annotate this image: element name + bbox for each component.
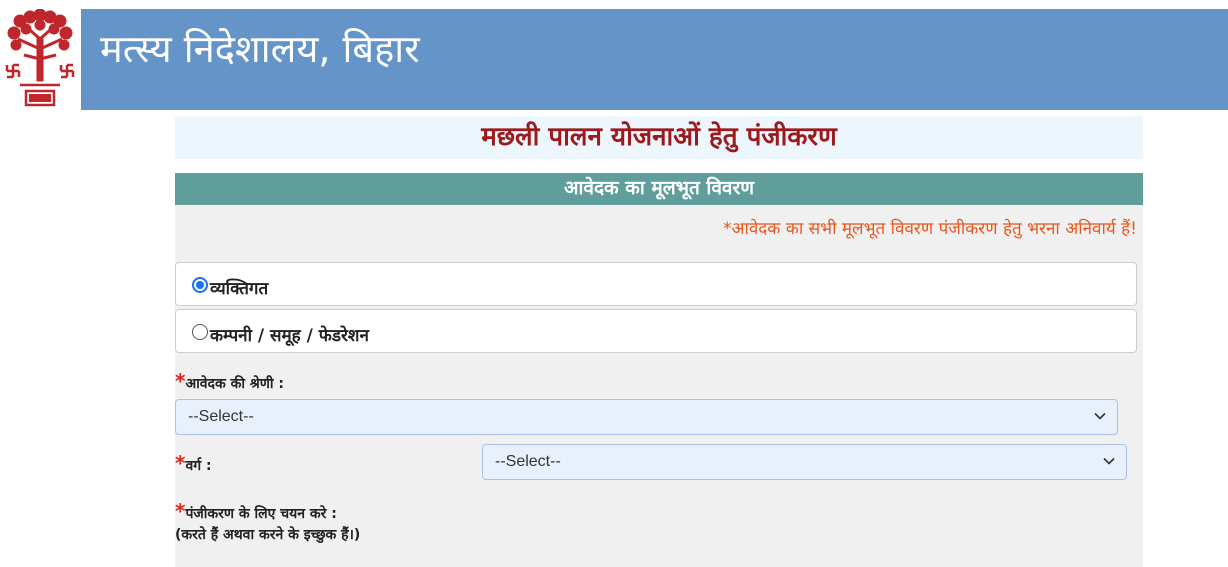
section-header: आवेदक का मूलभूत विवरण <box>175 173 1143 205</box>
logo <box>0 9 81 110</box>
chevron-down-icon <box>1103 457 1115 465</box>
varg-label-text: वर्ग : <box>185 458 212 474</box>
radio-option-company-group-federation[interactable]: कम्पनी / समूह / फेडरेशन <box>175 309 1137 353</box>
varg-select-value: --Select-- <box>495 453 561 470</box>
radio-label-individual: व्यक्तिगत <box>210 279 269 299</box>
required-note: *आवेदक का सभी मूलभूत विवरण पंजीकरण हेतु … <box>722 219 1137 239</box>
registration-choice-label-text: पंजीकरण के लिए चयन करे : <box>185 506 337 522</box>
page-title: मछली पालन योजनाओं हेतु पंजीकरण <box>481 122 837 152</box>
varg-select[interactable]: --Select-- <box>482 444 1127 480</box>
site-header: मत्स्य निदेशालय, बिहार <box>0 9 1228 110</box>
registration-choice-sublabel: (करते हैं अथवा करने के इच्छुक हैं।) <box>175 527 361 543</box>
site-title: मत्स्य निदेशालय, बिहार <box>100 27 420 71</box>
radio-label-company-group-federation: कम्पनी / समूह / फेडरेशन <box>210 326 369 346</box>
required-star: * <box>175 499 186 523</box>
required-star: * <box>175 451 186 475</box>
radio-option-individual[interactable]: व्यक्तिगत <box>175 262 1137 306</box>
category-label: *आवेदक की श्रेणी : <box>175 371 284 394</box>
category-label-text: आवेदक की श्रेणी : <box>185 376 285 392</box>
section-title: आवेदक का मूलभूत विवरण <box>563 177 754 199</box>
registration-choice-label: *पंजीकरण के लिए चयन करे : <box>175 501 337 524</box>
form-panel: *आवेदक का सभी मूलभूत विवरण पंजीकरण हेतु … <box>175 205 1143 567</box>
bihar-government-emblem-icon <box>5 9 75 107</box>
varg-label: *वर्ग : <box>175 453 212 476</box>
required-star: * <box>175 369 186 393</box>
page-title-bar: मछली पालन योजनाओं हेतु पंजीकरण <box>175 116 1143 159</box>
category-select-value: --Select-- <box>188 408 254 425</box>
radio-button-unchecked[interactable] <box>192 324 208 340</box>
chevron-down-icon <box>1094 412 1106 420</box>
category-select[interactable]: --Select-- <box>175 399 1118 435</box>
radio-button-checked[interactable] <box>192 277 208 293</box>
